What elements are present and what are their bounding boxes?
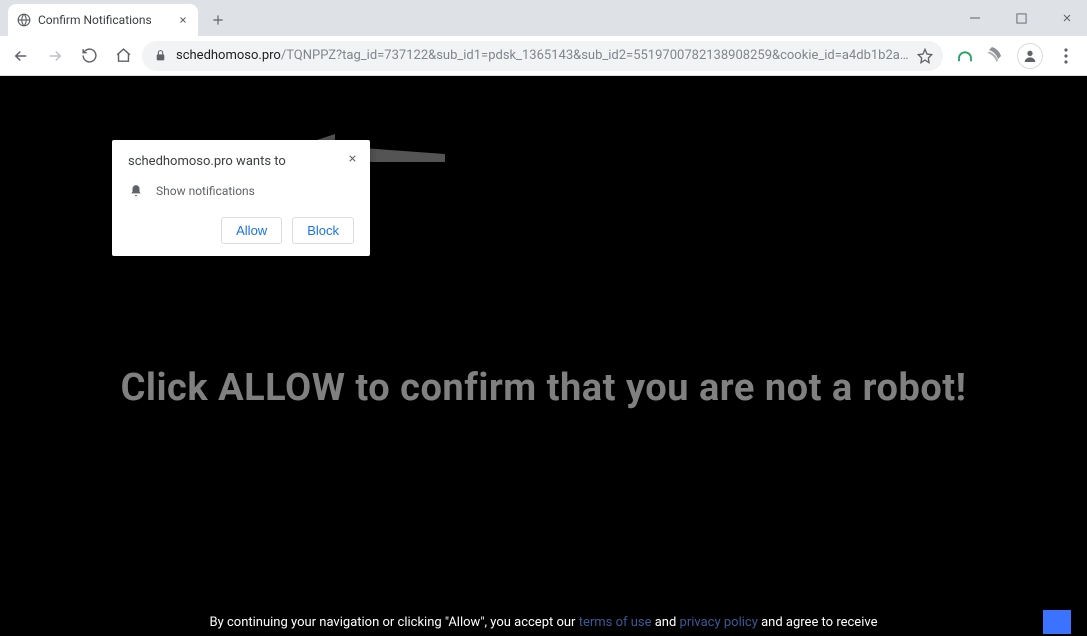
- footer-pre: By continuing your navigation or clickin…: [210, 615, 579, 630]
- maximize-button[interactable]: [1007, 4, 1035, 32]
- privacy-link[interactable]: privacy policy: [680, 615, 758, 630]
- address-bar[interactable]: schedhomoso.pro/TQNPPZ?tag_id=737122&sub…: [142, 41, 943, 71]
- page-content: schedhomoso.pro wants to Show notificati…: [0, 76, 1087, 636]
- page-headline: Click ALLOW to confirm that you are not …: [0, 366, 1087, 410]
- minimize-button[interactable]: [961, 4, 989, 32]
- back-button[interactable]: [6, 41, 36, 71]
- tab-title: Confirm Notifications: [38, 13, 170, 27]
- allow-button[interactable]: Allow: [221, 217, 282, 244]
- extension-icon-2[interactable]: [985, 46, 1005, 66]
- dialog-title: schedhomoso.pro wants to: [128, 154, 354, 169]
- footer-ok-button[interactable]: [1043, 610, 1071, 634]
- tab-strip: Confirm Notifications: [0, 0, 1087, 36]
- dialog-actions: Allow Block: [128, 217, 354, 244]
- globe-icon: [16, 12, 32, 28]
- home-button[interactable]: [108, 41, 138, 71]
- dialog-permission-row: Show notifications: [128, 183, 354, 199]
- notification-permission-dialog: schedhomoso.pro wants to Show notificati…: [112, 140, 370, 256]
- reload-button[interactable]: [74, 41, 104, 71]
- close-tab-icon[interactable]: [176, 13, 190, 27]
- url-text: schedhomoso.pro/TQNPPZ?tag_id=737122&sub…: [176, 48, 909, 63]
- profile-avatar[interactable]: [1017, 43, 1043, 69]
- url-host: schedhomoso.pro: [176, 48, 281, 63]
- dialog-permission-label: Show notifications: [156, 184, 255, 198]
- browser-toolbar: schedhomoso.pro/TQNPPZ?tag_id=737122&sub…: [0, 36, 1087, 76]
- new-tab-button[interactable]: [204, 6, 232, 34]
- extension-icon-1[interactable]: [955, 46, 975, 66]
- url-path: /TQNPPZ?tag_id=737122&sub_id1=pdsk_13651…: [281, 48, 909, 63]
- page-footer-text: By continuing your navigation or clickin…: [0, 615, 1087, 630]
- window-controls: [961, 0, 1081, 36]
- browser-tab[interactable]: Confirm Notifications: [8, 4, 198, 36]
- bookmark-star-icon[interactable]: [917, 48, 933, 64]
- footer-post: and agree to receive: [758, 615, 878, 630]
- lock-icon: [152, 48, 168, 64]
- terms-link[interactable]: terms of use: [579, 615, 652, 630]
- block-button[interactable]: Block: [292, 217, 354, 244]
- browser-menu-button[interactable]: [1051, 41, 1081, 71]
- forward-button[interactable]: [40, 41, 70, 71]
- bell-icon: [128, 183, 144, 199]
- footer-and: and: [652, 615, 680, 630]
- extension-icons: [947, 46, 1009, 66]
- dialog-close-button[interactable]: [344, 150, 360, 166]
- close-window-button[interactable]: [1053, 4, 1081, 32]
